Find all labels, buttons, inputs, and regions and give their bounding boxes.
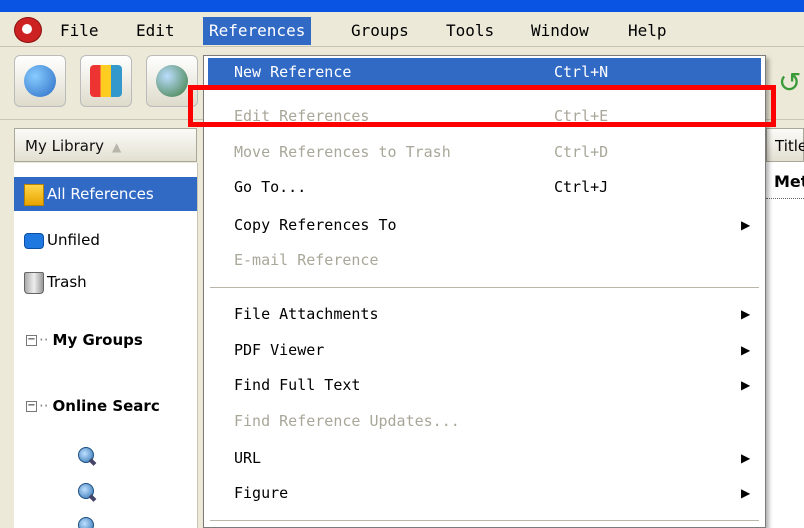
submenu-arrow-icon: ▶ [741,451,751,465]
my-groups-heading[interactable]: − ·· My Groups [26,325,143,355]
reference-list [766,162,804,528]
menu-window[interactable]: Window [525,17,595,45]
sort-up-icon: ▲ [112,140,122,154]
menu-references[interactable]: References [203,17,312,45]
library-sidebar: All References Unfiled Trash − ·· My Group… [14,163,198,528]
submenu-arrow-icon: ▶ [741,343,751,357]
app-logo-icon [14,17,42,43]
globe-icon [156,65,188,97]
menu-item-label: Figure [234,484,289,502]
menu-item-label: File Attachments [234,305,379,323]
reference-title-cell[interactable]: Meth [774,172,804,191]
menu-item-email-reference[interactable]: E-mail Reference [208,244,761,276]
trash-icon [24,271,44,294]
online-search-item-icon[interactable] [76,483,97,503]
collection-label: All References [47,185,154,203]
toolbar-books-button[interactable] [80,55,132,107]
collapse-icon[interactable]: − [26,335,37,346]
folder-star-icon [24,183,44,206]
online-search-item-icon[interactable] [76,447,97,467]
menu-item-move-to-trash[interactable]: Move References to Trash Ctrl+D [208,136,761,168]
collapse-icon[interactable]: − [26,401,37,412]
menu-item-figure[interactable]: Figure ▶ [208,477,761,509]
menu-item-new-reference[interactable]: New Reference Ctrl+N [208,58,761,86]
window-title-bar [0,0,804,12]
submenu-arrow-icon: ▶ [741,218,751,232]
menu-separator [210,520,759,521]
menu-item-shortcut: Ctrl+N [554,63,609,81]
globe-books-icon [24,65,56,97]
online-search-heading[interactable]: − ·· Online Searc [26,391,160,421]
collection-unfiled[interactable]: Unfiled [14,223,100,257]
menu-separator [210,287,759,288]
menu-item-label: New Reference [234,63,352,81]
menu-item-shortcut: Ctrl+J [554,178,609,196]
menu-item-find-reference-updates[interactable]: Find Reference Updates... [208,405,761,437]
library-header-label: My Library [25,137,105,155]
menu-item-shortcut: Ctrl+D [554,143,609,161]
collection-all-references[interactable]: All References [14,177,197,211]
menu-item-label: E-mail Reference [234,251,379,269]
green-arrow-icon[interactable]: ↺ [778,68,802,98]
my-groups-label: My Groups [52,331,143,349]
online-search-item-icon[interactable] [76,517,96,528]
submenu-arrow-icon: ▶ [741,378,751,392]
menu-item-label: PDF Viewer [234,341,325,359]
menu-item-find-full-text[interactable]: Find Full Text ▶ [208,369,761,401]
online-search-label: Online Searc [52,397,160,415]
menu-edit[interactable]: Edit [130,17,181,45]
collection-label: Trash [47,273,87,291]
folder-icon [24,232,44,249]
menu-item-file-attachments[interactable]: File Attachments ▶ [208,298,761,330]
library-header[interactable]: My Library ▲ [14,128,197,162]
submenu-arrow-icon: ▶ [741,307,751,321]
menu-groups[interactable]: Groups [345,17,415,45]
collection-trash[interactable]: Trash [14,265,87,299]
menu-item-label: Find Reference Updates... [234,412,460,430]
annotation-highlight-box [188,85,776,127]
toolbar-local-library-button[interactable] [14,55,66,107]
menu-item-label: URL [234,449,262,467]
menu-file[interactable]: File [54,17,105,45]
collection-label: Unfiled [47,231,100,249]
menu-item-go-to[interactable]: Go To... Ctrl+J [208,171,761,203]
menu-item-copy-references-to[interactable]: Copy References To ▶ [208,209,761,241]
title-column-label: Title [775,137,804,155]
menu-item-label: Find Full Text [234,376,361,394]
menu-item-pdf-viewer[interactable]: PDF Viewer ▶ [208,334,761,366]
menu-item-label: Go To... [234,178,307,196]
menu-help[interactable]: Help [622,17,673,45]
menu-item-label: Copy References To [234,216,397,234]
submenu-arrow-icon: ▶ [741,486,751,500]
row-divider [766,198,804,199]
menu-item-label: Move References to Trash [234,143,451,161]
menu-tools[interactable]: Tools [440,17,500,45]
menu-item-url[interactable]: URL ▶ [208,442,761,474]
books-icon [90,65,122,97]
title-column-header[interactable]: Title [766,128,804,162]
